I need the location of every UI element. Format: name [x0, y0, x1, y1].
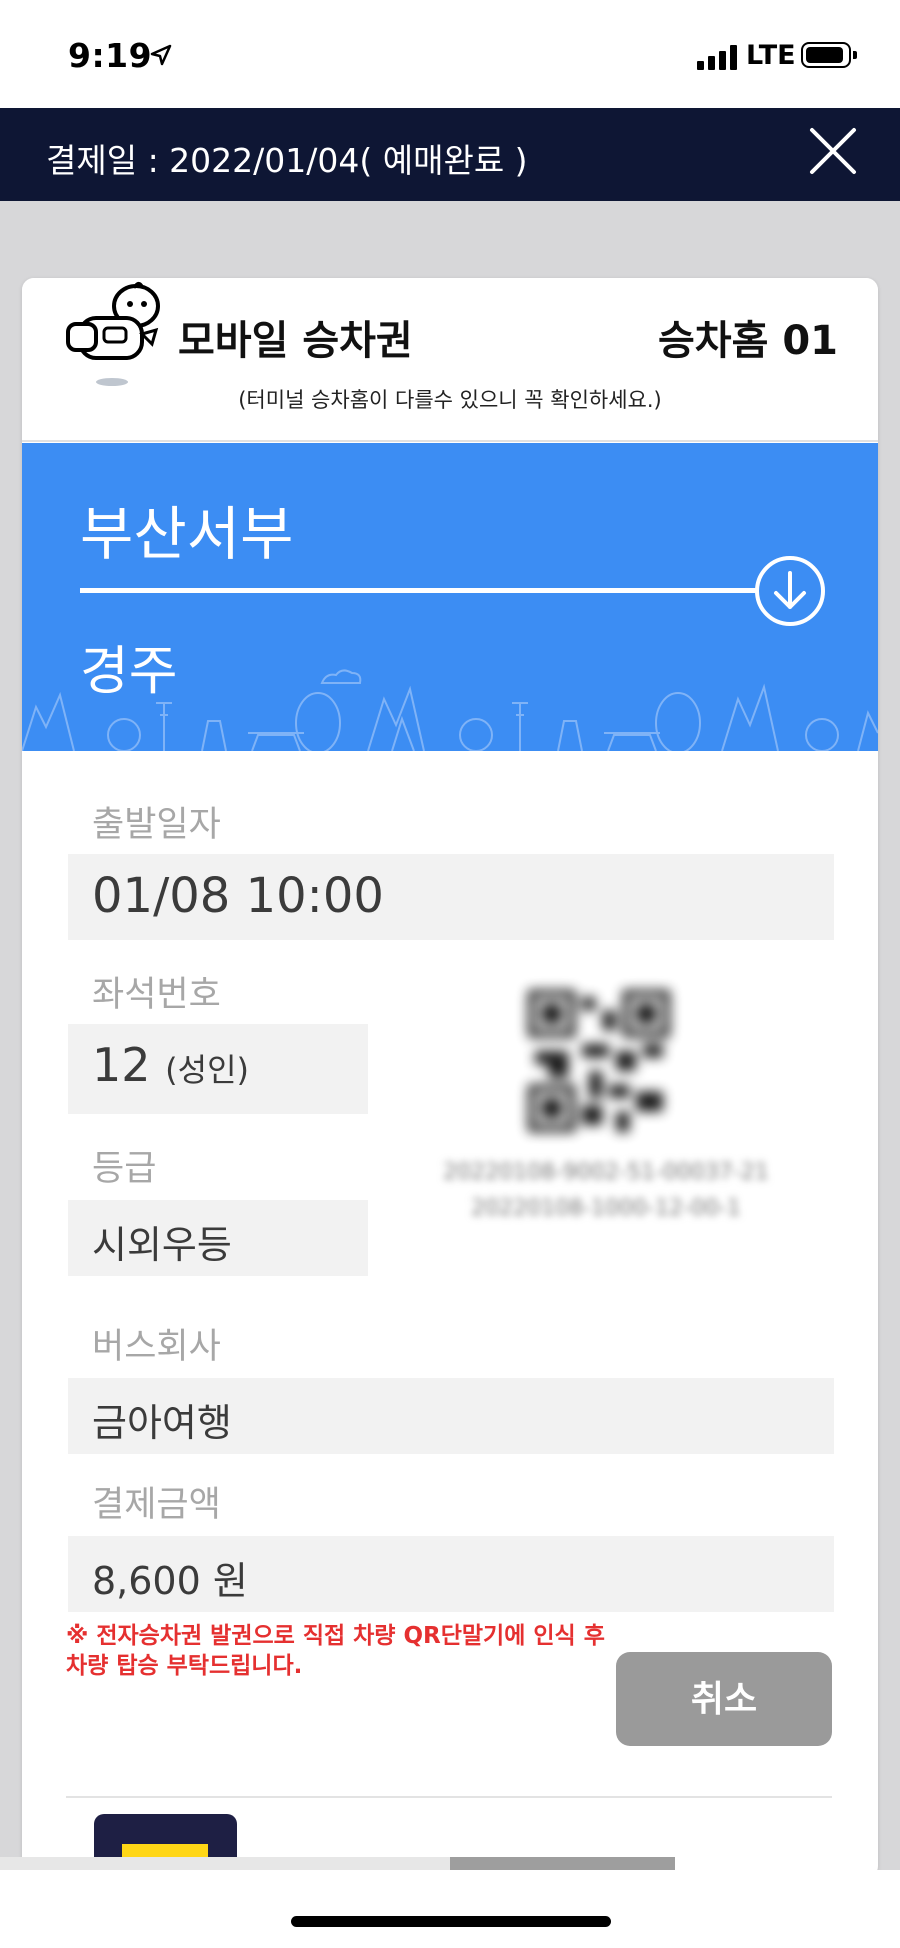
payment-date-title: 결제일 : 2022/01/04( 예매완료 ) [46, 141, 528, 180]
divider [66, 1796, 832, 1798]
company-label: 버스회사 [92, 1327, 221, 1367]
network-type: LTE [746, 40, 796, 71]
ticket-title: 모바일 승차권 [178, 318, 413, 364]
ticket-card: 모바일 승차권 승차홈 01 (터미널 승차홈이 다를수 있으니 꼭 확인하세요… [22, 278, 878, 1878]
bottom-safe-area [0, 1870, 900, 1948]
top-nav: 결제일 : 2022/01/04( 예매완료 ) [0, 108, 900, 201]
location-arrow-icon [150, 44, 172, 66]
departure-value: 01/08 10:00 [92, 868, 384, 924]
qr-code-icon [528, 990, 670, 1132]
route-banner: 부산서부 경주 [22, 443, 878, 751]
cellular-signal-icon [697, 44, 739, 70]
boarding-notice: ※ 전자승차권 발권으로 직접 차량 QR단말기에 인식 후 차량 탑승 부탁드… [66, 1623, 605, 1679]
fare-value: 8,600 원 [92, 1559, 248, 1603]
seat-box: 12 (성인) [68, 1024, 368, 1114]
company-value: 금아여행 [92, 1401, 232, 1445]
ticket-header: 모바일 승차권 승차홈 01 (터미널 승차홈이 다를수 있으니 꼭 확인하세요… [22, 278, 878, 442]
status-time: 9:19 [68, 36, 153, 75]
cancel-button[interactable]: 취소 [616, 1652, 832, 1746]
fare-label: 결제금액 [92, 1485, 221, 1525]
fare-box: 8,600 원 [68, 1536, 834, 1612]
seat-value: 12 (성인) [92, 1038, 249, 1092]
seat-number: 12 [92, 1038, 151, 1092]
departure-label: 출발일자 [92, 805, 221, 845]
departure-box: 01/08 10:00 [68, 854, 834, 940]
route-destination: 경주 [80, 641, 178, 702]
status-bar: 9:19 LTE [0, 0, 900, 108]
battery-icon [801, 42, 857, 68]
seat-label: 좌석번호 [92, 975, 221, 1015]
platform-number: 승차홈 01 [658, 318, 838, 364]
route-line [80, 588, 780, 593]
home-indicator[interactable] [291, 1916, 611, 1927]
qr-code-line1: 20220108-9002-51-00037-21 [443, 1160, 769, 1185]
arrow-down-circle-icon [755, 556, 825, 626]
seat-type: (성인) [165, 1051, 250, 1089]
close-icon[interactable] [808, 126, 858, 176]
grade-value: 시외우등 [92, 1223, 232, 1267]
company-box: 금아여행 [68, 1378, 834, 1454]
horizontal-scrollbar-thumb[interactable] [450, 1857, 675, 1870]
grade-label: 등급 [92, 1149, 157, 1189]
grade-box: 시외우등 [68, 1200, 368, 1276]
platform-notice: (터미널 승차홈이 다를수 있으니 꼭 확인하세요.) [238, 388, 662, 412]
mascot-icon [66, 281, 160, 386]
qr-code-line2: 20220108-1000-12-00-1 [471, 1196, 741, 1221]
route-origin: 부산서부 [80, 500, 294, 568]
